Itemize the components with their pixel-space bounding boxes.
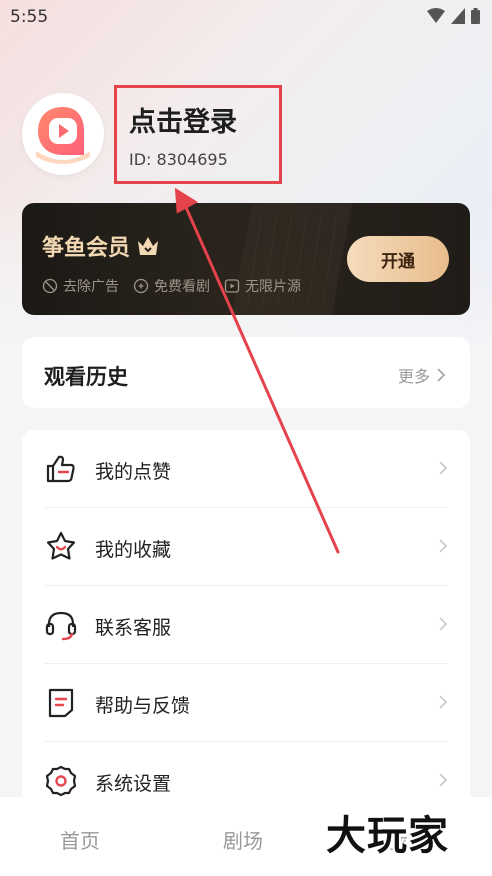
vip-features: 去除广告 免费看剧 无限片源 [42, 276, 301, 296]
signal-icon [451, 8, 465, 24]
status-bar: 5:55 [0, 0, 492, 36]
menu-card: 我的点赞 我的收藏 联系客服 帮助与反馈 系统设置 [22, 430, 470, 830]
chevron-right-icon [439, 461, 448, 475]
vip-feature-unlimited: 无限片源 [224, 276, 301, 296]
menu-item-help-feedback[interactable]: 帮助与反馈 [22, 664, 470, 742]
avatar[interactable] [22, 93, 104, 175]
chevron-right-icon [439, 773, 448, 787]
free-icon [133, 278, 149, 294]
vip-feature-free-watch: 免费看剧 [133, 276, 210, 296]
history-more-label: 更多 [397, 367, 430, 386]
login-button[interactable]: 点击登录 [129, 100, 237, 139]
chevron-right-icon [439, 617, 448, 631]
wifi-icon [427, 8, 445, 23]
watch-history-title: 观看历史 [44, 365, 128, 389]
menu-item-label: 联系客服 [95, 617, 172, 639]
menu-item-favorites[interactable]: 我的收藏 [22, 508, 470, 586]
play-box-icon [224, 279, 240, 293]
nav-home[interactable]: 首页 [60, 825, 100, 854]
chevron-right-icon [439, 695, 448, 709]
vip-feature-label: 免费看剧 [154, 279, 210, 295]
chevron-right-icon [437, 368, 446, 382]
menu-item-customer-service[interactable]: 联系客服 [22, 586, 470, 664]
app-logo-icon [36, 107, 90, 164]
settings-gear-icon [45, 765, 77, 797]
menu-item-likes[interactable]: 我的点赞 [22, 430, 470, 508]
thumbs-up-icon [46, 455, 75, 483]
vip-feature-label: 无限片源 [245, 279, 301, 295]
status-icons [427, 8, 480, 24]
crown-icon [138, 237, 159, 255]
headset-icon [45, 611, 77, 641]
vip-card[interactable]: 筝鱼会员 去除广告 免费看剧 无限片源 开通 [22, 203, 470, 315]
chevron-right-icon [439, 539, 448, 553]
star-face-icon [46, 531, 76, 560]
vip-title-text: 筝鱼会员 [42, 236, 131, 261]
menu-item-label: 系统设置 [95, 773, 172, 795]
watch-history-card[interactable]: 观看历史 更多 [22, 337, 470, 408]
battery-icon [471, 8, 480, 24]
nav-theater[interactable]: 剧场 [223, 825, 263, 854]
login-highlight-frame: 点击登录 ID: 8304695 [114, 85, 282, 184]
history-more-link[interactable]: 更多 [398, 363, 446, 387]
menu-item-label: 我的收藏 [95, 539, 172, 561]
watermark-text: 大玩家 [326, 813, 449, 859]
vip-open-button[interactable]: 开通 [347, 236, 449, 282]
vip-feature-label: 去除广告 [63, 279, 119, 295]
vip-title: 筝鱼会员 [42, 230, 160, 262]
status-time: 5:55 [10, 7, 49, 27]
menu-item-label: 我的点赞 [95, 461, 172, 483]
user-id: ID: 8304695 [129, 150, 228, 169]
no-ads-icon [42, 278, 58, 294]
vip-feature-no-ads: 去除广告 [42, 276, 119, 296]
feedback-doc-icon [48, 688, 74, 718]
menu-item-label: 帮助与反馈 [95, 695, 191, 717]
